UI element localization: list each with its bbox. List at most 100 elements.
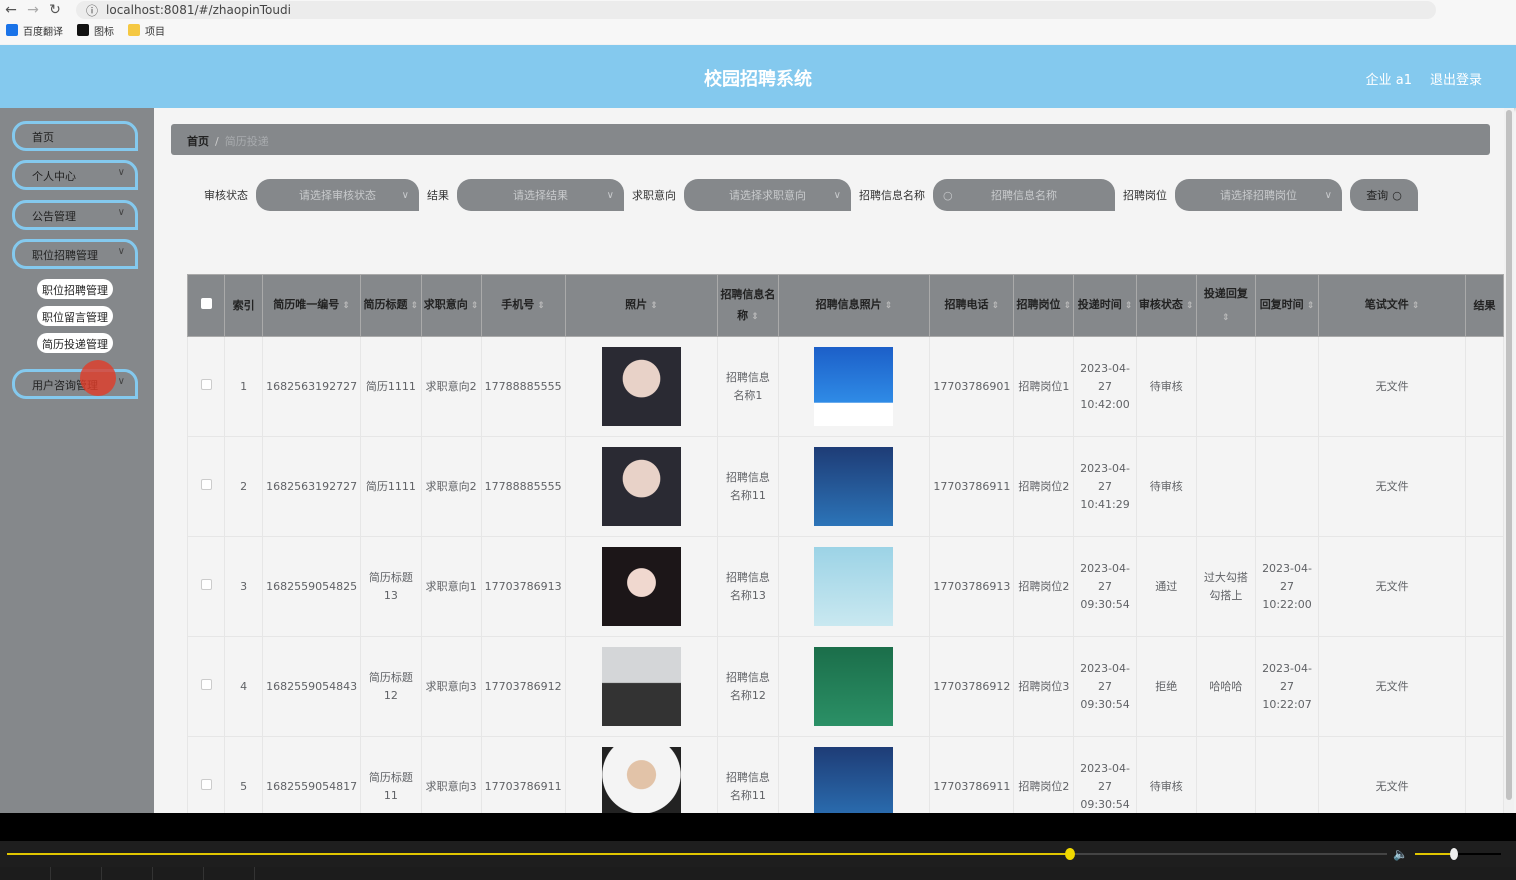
volume-icon[interactable]: 🔈 bbox=[1393, 847, 1408, 861]
table-cell: 2023-04-27 10:22:07 bbox=[1254, 636, 1320, 737]
cell-text: 2023-04-27 09:30:54 bbox=[1080, 561, 1131, 611]
table-row[interactable]: 3 1682559054825 简历标题13 求职意向1 17703786913 招聘信息… bbox=[186, 536, 1504, 637]
row-checkbox[interactable] bbox=[200, 678, 212, 690]
chevron-down-icon: ∨ bbox=[401, 189, 409, 201]
recruitment-image[interactable] bbox=[814, 647, 894, 726]
sort-icon[interactable]: ⇕ bbox=[647, 301, 658, 311]
column-header[interactable]: 回复时间 ⇕ bbox=[1254, 274, 1320, 337]
recruitment-image[interactable] bbox=[814, 447, 894, 526]
table-cell bbox=[1195, 336, 1256, 437]
column-header[interactable]: 招聘电话 ⇕ bbox=[929, 274, 1015, 337]
sidebar-item[interactable]: 公告管理 ∨ bbox=[12, 200, 138, 230]
bookmark[interactable]: 图标 bbox=[77, 23, 114, 38]
cell-text: 无文件 bbox=[1375, 579, 1409, 593]
volume-handle[interactable] bbox=[1449, 848, 1458, 860]
table-cell: 哈哈哈 bbox=[1195, 636, 1256, 737]
table-cell: 无文件 bbox=[1318, 436, 1466, 537]
column-header[interactable]: 简历唯一编号 ⇕ bbox=[262, 274, 362, 337]
sort-icon[interactable]: ⇕ bbox=[534, 301, 545, 311]
app-title: 校园招聘系统 bbox=[704, 69, 812, 90]
cell-text: 简历标题11 bbox=[368, 770, 413, 802]
cell-text: 17703786912 bbox=[933, 679, 1011, 693]
address-bar[interactable]: ⓘ localhost:8081/#/zhaopinToudi bbox=[76, 1, 1436, 19]
recruitment-image[interactable] bbox=[814, 347, 894, 426]
sidebar-subitem[interactable]: 职位招聘管理 bbox=[37, 279, 113, 299]
column-header[interactable]: 招聘信息名称 ⇕ bbox=[717, 274, 779, 337]
row-checkbox[interactable] bbox=[200, 578, 212, 590]
applicant-photo[interactable] bbox=[601, 347, 681, 426]
row-checkbox[interactable] bbox=[200, 478, 212, 490]
sort-icon[interactable]: ⇕ bbox=[1183, 301, 1194, 311]
sort-icon[interactable]: ⇕ bbox=[882, 301, 893, 311]
sidebar-item[interactable]: 首页 bbox=[12, 121, 138, 151]
sort-icon[interactable]: ⇕ bbox=[1409, 301, 1420, 311]
applicant-photo[interactable] bbox=[601, 547, 681, 626]
row-checkbox[interactable] bbox=[200, 778, 212, 790]
table-row[interactable]: 5 1682559054817 简历标题11 求职意向3 17703786911 招聘信息… bbox=[186, 736, 1504, 813]
bookmark-label: 百度翻译 bbox=[23, 26, 63, 38]
cell-text: 17703786911 bbox=[933, 479, 1011, 493]
column-header[interactable]: 结果 bbox=[1464, 274, 1504, 337]
filter-select[interactable]: 请选择审核状态 ∨ bbox=[256, 179, 419, 211]
reload-icon[interactable]: ↻ bbox=[44, 2, 66, 18]
table-row[interactable]: 4 1682559054843 简历标题12 求职意向3 17703786912 招聘信息… bbox=[186, 636, 1504, 737]
seek-handle[interactable] bbox=[1064, 848, 1075, 860]
sort-icon[interactable]: ⇕ bbox=[1304, 301, 1315, 311]
column-header[interactable]: 简历标题 ⇕ bbox=[360, 274, 422, 337]
bookmark[interactable]: 项目 bbox=[128, 23, 165, 38]
sort-icon[interactable]: ⇕ bbox=[339, 301, 350, 311]
column-header[interactable]: 笔试文件 ⇕ bbox=[1318, 274, 1466, 337]
bookmark[interactable]: 百度翻译 bbox=[6, 23, 63, 38]
column-header[interactable]: 照片 ⇕ bbox=[564, 274, 719, 337]
sort-icon[interactable]: ⇕ bbox=[1060, 301, 1072, 311]
query-button[interactable]: 查询 ○ bbox=[1350, 179, 1418, 211]
forward-icon[interactable]: → bbox=[22, 2, 44, 18]
filter-placeholder: 请选择结果 bbox=[513, 189, 568, 202]
cell-text: 2023-04-27 10:42:00 bbox=[1080, 361, 1131, 411]
user-name[interactable]: 企业 a1 bbox=[1366, 69, 1412, 88]
applicant-photo[interactable] bbox=[601, 447, 681, 526]
filter-select[interactable]: 请选择结果 ∨ bbox=[457, 179, 624, 211]
select-all-checkbox[interactable] bbox=[200, 298, 212, 309]
cell-text: 招聘岗位2 bbox=[1018, 479, 1070, 493]
filter-input[interactable]: ○ 招聘信息名称 bbox=[933, 179, 1115, 211]
breadcrumb-home[interactable]: 首页 bbox=[187, 135, 209, 148]
back-icon[interactable]: ← bbox=[0, 2, 22, 18]
table-row[interactable]: 1 1682563192727 简历1111 求职意向2 17788885555 招聘信息… bbox=[186, 336, 1504, 437]
cell-text: 待审核 bbox=[1149, 479, 1183, 493]
sort-icon[interactable]: ⇕ bbox=[988, 301, 1000, 311]
cell-text: 1682563192727 bbox=[266, 479, 358, 493]
filter-select[interactable]: 请选择招聘岗位 ∨ bbox=[1175, 179, 1342, 211]
column-header[interactable]: 审核状态 ⇕ bbox=[1135, 274, 1197, 337]
column-header[interactable]: 投递回复 ⇕ bbox=[1195, 274, 1256, 337]
row-checkbox[interactable] bbox=[200, 378, 212, 390]
recruitment-image[interactable] bbox=[814, 547, 894, 626]
sidebar-item[interactable]: 个人中心 ∨ bbox=[12, 160, 138, 190]
logout-link[interactable]: 退出登录 bbox=[1430, 69, 1482, 88]
seek-bar[interactable] bbox=[7, 848, 1387, 860]
recruitment-image[interactable] bbox=[814, 747, 894, 813]
sidebar-item[interactable]: 用户咨询管理 ∨ bbox=[12, 369, 138, 399]
sort-icon[interactable]: ⇕ bbox=[1122, 301, 1133, 311]
scrollbar[interactable] bbox=[1504, 108, 1514, 813]
column-header[interactable]: 求职意向 ⇕ bbox=[420, 274, 482, 337]
sort-icon[interactable]: ⇕ bbox=[748, 312, 759, 322]
table-cell bbox=[1254, 436, 1320, 537]
table-cell: 通过 bbox=[1135, 536, 1197, 637]
column-header[interactable]: 投递时间 ⇕ bbox=[1073, 274, 1137, 337]
chevron-down-icon: ∨ bbox=[833, 189, 841, 201]
column-header[interactable]: 手机号 ⇕ bbox=[480, 274, 566, 337]
applicant-photo[interactable] bbox=[601, 647, 681, 726]
table-row[interactable]: 2 1682563192727 简历1111 求职意向2 17788885555 招聘信息… bbox=[186, 436, 1504, 537]
sidebar-item[interactable]: 职位招聘管理 ∨ bbox=[12, 239, 138, 269]
applicant-photo[interactable] bbox=[601, 747, 681, 813]
volume-slider[interactable] bbox=[1415, 848, 1501, 860]
column-header[interactable]: 招聘岗位 ⇕ bbox=[1013, 274, 1075, 337]
column-header[interactable]: 招聘信息照片 ⇕ bbox=[777, 274, 931, 337]
sidebar-subitem[interactable]: 职位留言管理 bbox=[37, 306, 113, 326]
sort-icon[interactable]: ⇕ bbox=[468, 301, 479, 311]
sort-icon[interactable]: ⇕ bbox=[408, 301, 419, 311]
filter-select[interactable]: 请选择求职意向 ∨ bbox=[684, 179, 851, 211]
sidebar-subitem[interactable]: 简历投递管理 bbox=[37, 333, 113, 353]
sort-icon[interactable]: ⇕ bbox=[1222, 313, 1230, 323]
